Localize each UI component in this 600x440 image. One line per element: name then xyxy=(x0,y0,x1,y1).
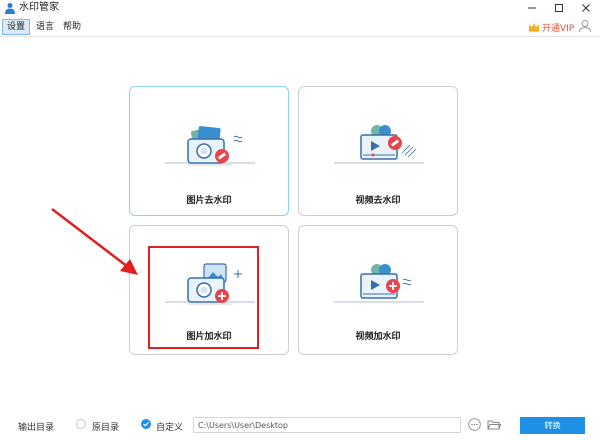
more-options-icon[interactable] xyxy=(468,418,481,431)
output-path-input[interactable] xyxy=(193,417,461,433)
minimize-button[interactable] xyxy=(522,0,542,16)
output-directory-label: 输出目录 xyxy=(18,423,55,433)
app-logo-icon xyxy=(5,3,15,14)
minimize-icon xyxy=(528,7,536,9)
photo-remove-watermark-icon xyxy=(165,126,255,166)
output-bar: 输出目录 原目录 自定义 转换 xyxy=(0,408,600,440)
card-label: 视频加水印 xyxy=(355,332,401,342)
radio-custom-label[interactable]: 自定义 xyxy=(156,420,183,433)
menu-settings[interactable]: 设置 xyxy=(2,19,31,35)
card-label: 图片去水印 xyxy=(186,196,232,206)
maximize-button[interactable] xyxy=(549,0,569,16)
radio-custom-directory[interactable] xyxy=(141,419,151,429)
check-icon xyxy=(143,421,149,427)
title-bar: 水印管家 xyxy=(0,0,600,16)
maximize-icon xyxy=(555,4,563,12)
video-add-watermark-icon xyxy=(334,264,424,303)
menu-language[interactable]: 语言 xyxy=(32,19,58,35)
menu-bar: 设置 语言 帮助 xyxy=(0,16,600,37)
close-icon xyxy=(582,4,590,12)
vip-button[interactable]: 开通VIP xyxy=(528,20,574,34)
crown-icon xyxy=(529,23,539,32)
app-title: 水印管家 xyxy=(19,2,59,13)
folder-open-icon[interactable] xyxy=(487,418,501,431)
annotation-arrow-icon xyxy=(51,208,138,275)
card-video-remove-watermark[interactable]: 视频去水印 xyxy=(298,86,458,216)
user-account-icon[interactable] xyxy=(578,19,592,33)
video-remove-watermark-icon xyxy=(334,125,424,164)
radio-original-label[interactable]: 原目录 xyxy=(92,420,119,433)
close-button[interactable] xyxy=(576,0,596,16)
radio-original-directory[interactable] xyxy=(76,419,86,429)
convert-button[interactable]: 转换 xyxy=(520,417,585,434)
vip-label: 开通VIP xyxy=(542,23,575,34)
card-video-add-watermark[interactable]: 视频加水印 xyxy=(298,225,458,355)
card-photo-remove-watermark[interactable]: 图片去水印 xyxy=(129,86,289,216)
card-label: 视频去水印 xyxy=(355,196,401,206)
menu-help[interactable]: 帮助 xyxy=(59,19,85,35)
annotation-highlight-box xyxy=(148,246,259,349)
